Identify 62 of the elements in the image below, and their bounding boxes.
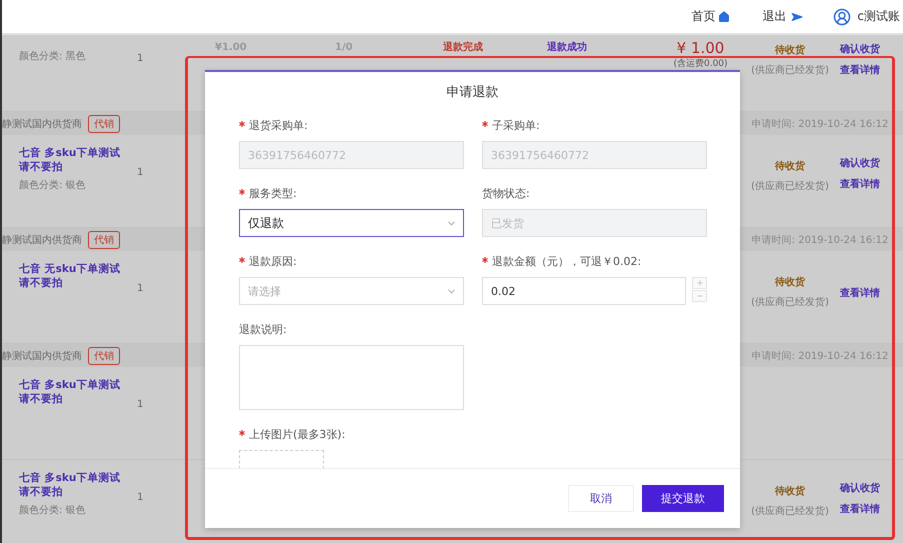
action-link[interactable]: 查看详情	[840, 502, 903, 516]
action-link[interactable]: 查看详情	[840, 286, 903, 300]
dialog-title: 申请退款	[446, 84, 500, 102]
supplier-name: 静测试国内供货商	[2, 350, 82, 362]
text-area[interactable]	[239, 345, 464, 410]
supplier-name: 静测试国内供货商	[2, 118, 82, 130]
increment-button[interactable]	[692, 277, 707, 289]
apply-time: 申请时间: 2019-10-24 16:12	[750, 234, 890, 246]
order-status: 待收货	[775, 276, 805, 289]
field-label: 退款金额（元），可退￥0.02:	[482, 254, 707, 269]
plus-icon	[696, 279, 704, 287]
tag: 代销	[88, 346, 120, 364]
field-label: 退款说明:	[239, 322, 288, 337]
decrement-button[interactable]	[692, 290, 707, 302]
user-name[interactable]: c测试账	[857, 8, 900, 25]
field-label: 退款原因:	[239, 254, 464, 269]
status-note: (供应商已经发货)	[751, 296, 829, 309]
quantity: 1	[137, 283, 144, 294]
refund-status: 退款完成	[443, 43, 484, 53]
action-link[interactable]: 查看详情	[840, 177, 903, 191]
product-title[interactable]: 七音 无sku下单测试 请不要拍	[19, 262, 130, 290]
quantity: 1	[137, 399, 144, 410]
header-link[interactable]: 首页	[691, 8, 730, 25]
color-spec: 颜色分类: 银色	[19, 504, 87, 517]
select-field[interactable]: 仅退款	[239, 209, 464, 237]
product-title[interactable]: 七音 多sku下单测试 请不要拍	[19, 378, 130, 406]
color-spec: 颜色分类: 黑色	[19, 50, 87, 63]
order-status: 待收货	[775, 160, 805, 173]
quantity: 1	[137, 53, 144, 64]
quantity: 1	[137, 167, 144, 178]
field-label: 子采购单:	[482, 118, 707, 133]
product-title[interactable]: 七音 多sku下单测试 请不要拍	[19, 146, 130, 174]
status-note: (供应商已经发货)	[751, 180, 829, 193]
shipping-fee: (含运费0.00)	[673, 60, 728, 69]
number-field[interactable]: 0.02	[482, 277, 686, 305]
order-status: 待收货	[775, 484, 805, 498]
field-label: 服务类型:	[239, 186, 464, 201]
header-link[interactable]: 退出	[762, 8, 802, 25]
tag: 代销	[88, 230, 120, 248]
field-label: 退货采购单:	[239, 118, 464, 133]
color-spec: 颜色分类: 银色	[19, 178, 87, 192]
action-link[interactable]: 确认收货	[840, 42, 903, 56]
status-note: (供应商已经发货)	[751, 64, 829, 77]
action-link[interactable]: 查看详情	[840, 63, 903, 77]
order-status: 待收货	[775, 44, 805, 57]
apply-time: 申请时间: 2019-10-24 16:12	[750, 118, 890, 130]
field-label: 货物状态:	[482, 186, 531, 201]
quantity: 1	[137, 492, 144, 503]
home-icon	[718, 10, 730, 22]
action-link[interactable]: 确认收货	[840, 481, 903, 495]
submit-button[interactable]: 提交退款	[642, 485, 724, 512]
tag: 代销	[88, 114, 120, 132]
product-title[interactable]: 七音 多sku下单测试 请不要拍	[19, 471, 130, 499]
action-link[interactable]: 确认收货	[840, 156, 903, 170]
refund-result: 退款成功	[547, 43, 588, 53]
apply-time: 申请时间: 2019-10-24 16:12	[750, 350, 890, 362]
cancel-button[interactable]: 取消	[568, 485, 634, 512]
total-price: ¥ 1.00	[676, 41, 724, 56]
user-icon[interactable]	[833, 8, 852, 26]
status-note: (供应商已经发货)	[751, 504, 829, 518]
field-label: 上传图片(最多3张):	[239, 427, 464, 442]
supplier-name: 静测试国内供货商	[2, 234, 82, 246]
